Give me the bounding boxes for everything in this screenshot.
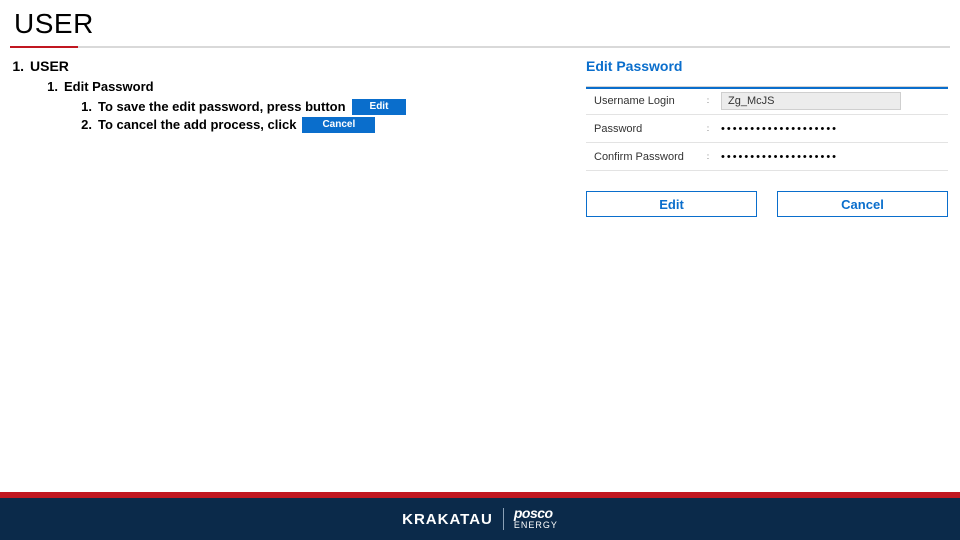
list-number: 1. — [8, 58, 24, 74]
instructions: 1. USER 1. Edit Password 1. To save the … — [8, 58, 582, 134]
brand-posco-main: posco — [514, 507, 553, 519]
password-input[interactable]: •••••••••••••••••••• — [721, 123, 838, 135]
edit-password-panel: Edit Password Username Login : Zg_McJS P… — [582, 58, 952, 217]
username-label: Username Login — [586, 95, 701, 107]
confirm-password-label: Confirm Password — [586, 151, 701, 163]
panel-title: Edit Password — [582, 58, 952, 78]
list-text: To save the edit password, press button — [98, 98, 346, 116]
footer: KRAKATAU posco ENERGY — [0, 492, 960, 540]
page-title: USER — [14, 8, 946, 40]
edit-chip: Edit — [352, 99, 407, 115]
title-underline — [10, 46, 950, 48]
cancel-button[interactable]: Cancel — [777, 191, 948, 217]
separator: : — [701, 152, 715, 161]
list-text: To cancel the add process, click — [98, 116, 296, 134]
separator: : — [701, 124, 715, 133]
username-input[interactable]: Zg_McJS — [721, 92, 901, 110]
list-number: 2. — [76, 116, 92, 134]
brand-posco-sub: ENERGY — [514, 519, 558, 531]
brand-posco: posco ENERGY — [514, 507, 558, 531]
brand-krakatau: KRAKATAU — [402, 511, 493, 528]
list-number: 1. — [42, 78, 58, 96]
separator: : — [701, 96, 715, 105]
list-text: USER — [30, 58, 69, 74]
list-number: 1. — [76, 98, 92, 116]
brand-divider — [503, 508, 504, 530]
cancel-chip: Cancel — [302, 117, 375, 133]
edit-button[interactable]: Edit — [586, 191, 757, 217]
list-text: Edit Password — [64, 78, 154, 96]
password-label: Password — [586, 123, 701, 135]
confirm-password-input[interactable]: •••••••••••••••••••• — [721, 151, 838, 163]
